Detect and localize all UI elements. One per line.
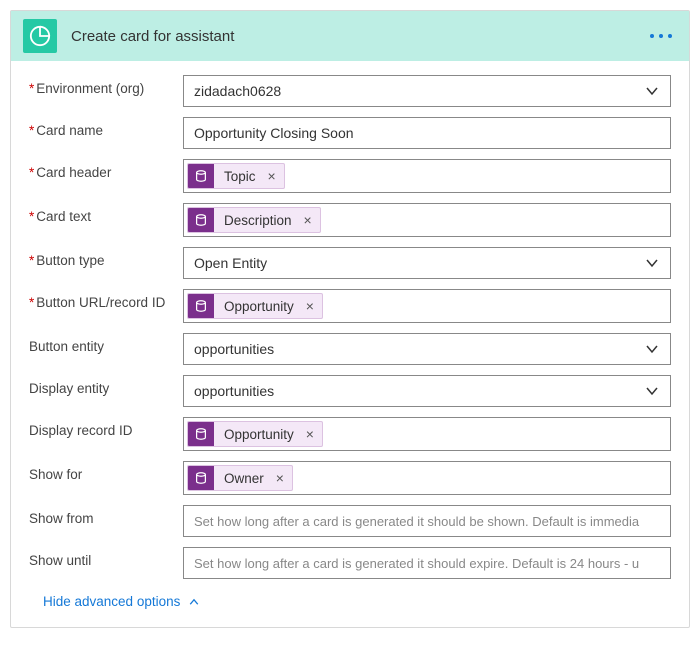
- database-icon: [188, 163, 214, 189]
- token-text: Topic: [214, 169, 266, 184]
- label-show-from: Show from: [29, 505, 183, 526]
- database-icon: [188, 465, 214, 491]
- display-entity-select[interactable]: opportunities: [183, 375, 671, 407]
- action-menu-button[interactable]: [645, 33, 677, 39]
- chevron-down-icon: [644, 341, 660, 357]
- chevron-down-icon: [644, 83, 660, 99]
- card-header-input[interactable]: Topic ×: [183, 159, 671, 193]
- hide-advanced-options-toggle[interactable]: Hide advanced options: [43, 594, 200, 609]
- label-environment: Environment (org): [29, 75, 183, 96]
- label-show-until: Show until: [29, 547, 183, 568]
- label-card-text: Card text: [29, 203, 183, 224]
- pie-chart-icon: [29, 25, 51, 47]
- label-display-entity: Display entity: [29, 375, 183, 396]
- toggle-label: Hide advanced options: [43, 594, 180, 609]
- environment-select[interactable]: zidadach0628: [183, 75, 671, 107]
- token-owner[interactable]: Owner ×: [187, 465, 293, 491]
- display-record-id-input[interactable]: Opportunity ×: [183, 417, 671, 451]
- ellipsis-icon: [649, 33, 673, 39]
- card-name-input[interactable]: Opportunity Closing Soon: [183, 117, 671, 149]
- label-display-record-id: Display record ID: [29, 417, 183, 438]
- token-text: Owner: [214, 471, 274, 486]
- token-remove-button[interactable]: ×: [266, 168, 284, 184]
- chevron-down-icon: [644, 255, 660, 271]
- chevron-up-icon: [188, 596, 200, 608]
- action-header: Create card for assistant: [11, 11, 689, 61]
- database-icon: [188, 207, 214, 233]
- database-icon: [188, 293, 214, 319]
- show-for-input[interactable]: Owner ×: [183, 461, 671, 495]
- action-body: Environment (org) zidadach0628 Card name…: [11, 61, 689, 627]
- display-entity-value: opportunities: [194, 383, 644, 399]
- show-from-input[interactable]: Set how long after a card is generated i…: [183, 505, 671, 537]
- button-entity-select[interactable]: opportunities: [183, 333, 671, 365]
- token-remove-button[interactable]: ×: [302, 212, 320, 228]
- button-type-value: Open Entity: [194, 255, 644, 271]
- label-button-entity: Button entity: [29, 333, 183, 354]
- token-remove-button[interactable]: ×: [274, 470, 292, 486]
- token-opportunity[interactable]: Opportunity ×: [187, 293, 323, 319]
- label-card-header: Card header: [29, 159, 183, 180]
- button-entity-value: opportunities: [194, 341, 644, 357]
- card-name-value: Opportunity Closing Soon: [194, 125, 354, 141]
- show-until-placeholder: Set how long after a card is generated i…: [184, 556, 670, 571]
- chevron-down-icon: [644, 383, 660, 399]
- label-show-for: Show for: [29, 461, 183, 482]
- action-card: Create card for assistant Environment (o…: [10, 10, 690, 628]
- action-title: Create card for assistant: [71, 28, 645, 45]
- token-text: Description: [214, 213, 302, 228]
- token-description[interactable]: Description ×: [187, 207, 321, 233]
- token-opportunity[interactable]: Opportunity ×: [187, 421, 323, 447]
- button-type-select[interactable]: Open Entity: [183, 247, 671, 279]
- token-remove-button[interactable]: ×: [304, 426, 322, 442]
- show-from-placeholder: Set how long after a card is generated i…: [184, 514, 670, 529]
- token-text: Opportunity: [214, 299, 304, 314]
- show-until-input[interactable]: Set how long after a card is generated i…: [183, 547, 671, 579]
- label-button-type: Button type: [29, 247, 183, 268]
- label-button-url: Button URL/record ID: [29, 289, 183, 310]
- label-card-name: Card name: [29, 117, 183, 138]
- token-remove-button[interactable]: ×: [304, 298, 322, 314]
- database-icon: [188, 421, 214, 447]
- environment-value: zidadach0628: [194, 83, 644, 99]
- button-url-input[interactable]: Opportunity ×: [183, 289, 671, 323]
- token-topic[interactable]: Topic ×: [187, 163, 285, 189]
- token-text: Opportunity: [214, 427, 304, 442]
- card-text-input[interactable]: Description ×: [183, 203, 671, 237]
- action-icon: [23, 19, 57, 53]
